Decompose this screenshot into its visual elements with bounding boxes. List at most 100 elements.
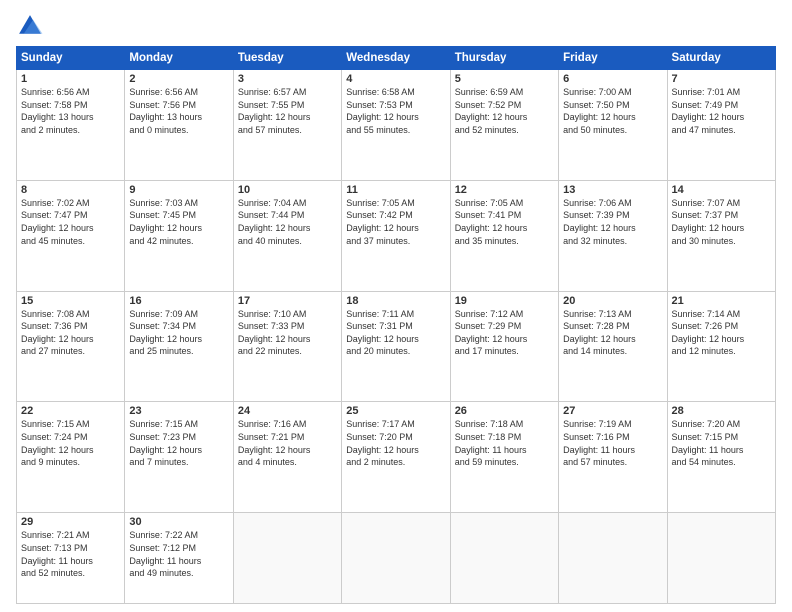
day-info: Sunrise: 7:22 AMSunset: 7:12 PMDaylight:… xyxy=(129,529,228,579)
day-number: 30 xyxy=(129,516,228,528)
calendar-table: SundayMondayTuesdayWednesdayThursdayFrid… xyxy=(16,46,776,604)
day-number: 23 xyxy=(129,405,228,417)
day-number: 10 xyxy=(238,184,337,196)
calendar-cell: 6Sunrise: 7:00 AMSunset: 7:50 PMDaylight… xyxy=(559,70,667,181)
day-info: Sunrise: 7:08 AMSunset: 7:36 PMDaylight:… xyxy=(21,308,120,358)
day-number: 1 xyxy=(21,73,120,85)
calendar-cell: 5Sunrise: 6:59 AMSunset: 7:52 PMDaylight… xyxy=(450,70,558,181)
day-number: 26 xyxy=(455,405,554,417)
calendar-cell: 11Sunrise: 7:05 AMSunset: 7:42 PMDayligh… xyxy=(342,180,450,291)
calendar-cell: 18Sunrise: 7:11 AMSunset: 7:31 PMDayligh… xyxy=(342,291,450,402)
day-number: 8 xyxy=(21,184,120,196)
day-info: Sunrise: 6:59 AMSunset: 7:52 PMDaylight:… xyxy=(455,86,554,136)
day-info: Sunrise: 7:09 AMSunset: 7:34 PMDaylight:… xyxy=(129,308,228,358)
calendar-cell: 14Sunrise: 7:07 AMSunset: 7:37 PMDayligh… xyxy=(667,180,775,291)
calendar-cell: 10Sunrise: 7:04 AMSunset: 7:44 PMDayligh… xyxy=(233,180,341,291)
calendar-cell: 20Sunrise: 7:13 AMSunset: 7:28 PMDayligh… xyxy=(559,291,667,402)
day-info: Sunrise: 7:11 AMSunset: 7:31 PMDaylight:… xyxy=(346,308,445,358)
calendar-header-tuesday: Tuesday xyxy=(233,47,341,70)
calendar-cell: 24Sunrise: 7:16 AMSunset: 7:21 PMDayligh… xyxy=(233,402,341,513)
day-number: 14 xyxy=(672,184,771,196)
calendar-cell: 22Sunrise: 7:15 AMSunset: 7:24 PMDayligh… xyxy=(17,402,125,513)
day-number: 22 xyxy=(21,405,120,417)
day-info: Sunrise: 7:13 AMSunset: 7:28 PMDaylight:… xyxy=(563,308,662,358)
day-info: Sunrise: 7:07 AMSunset: 7:37 PMDaylight:… xyxy=(672,197,771,247)
calendar-cell: 9Sunrise: 7:03 AMSunset: 7:45 PMDaylight… xyxy=(125,180,233,291)
day-info: Sunrise: 7:15 AMSunset: 7:23 PMDaylight:… xyxy=(129,418,228,468)
day-info: Sunrise: 7:12 AMSunset: 7:29 PMDaylight:… xyxy=(455,308,554,358)
calendar-cell xyxy=(559,513,667,604)
calendar-header-sunday: Sunday xyxy=(17,47,125,70)
calendar-cell: 26Sunrise: 7:18 AMSunset: 7:18 PMDayligh… xyxy=(450,402,558,513)
calendar-cell: 16Sunrise: 7:09 AMSunset: 7:34 PMDayligh… xyxy=(125,291,233,402)
calendar-cell xyxy=(233,513,341,604)
day-number: 6 xyxy=(563,73,662,85)
calendar-header-friday: Friday xyxy=(559,47,667,70)
day-number: 9 xyxy=(129,184,228,196)
day-info: Sunrise: 7:17 AMSunset: 7:20 PMDaylight:… xyxy=(346,418,445,468)
calendar-cell: 28Sunrise: 7:20 AMSunset: 7:15 PMDayligh… xyxy=(667,402,775,513)
calendar-header-wednesday: Wednesday xyxy=(342,47,450,70)
calendar-cell: 1Sunrise: 6:56 AMSunset: 7:58 PMDaylight… xyxy=(17,70,125,181)
day-info: Sunrise: 7:00 AMSunset: 7:50 PMDaylight:… xyxy=(563,86,662,136)
calendar-cell: 15Sunrise: 7:08 AMSunset: 7:36 PMDayligh… xyxy=(17,291,125,402)
day-number: 25 xyxy=(346,405,445,417)
day-info: Sunrise: 7:03 AMSunset: 7:45 PMDaylight:… xyxy=(129,197,228,247)
day-info: Sunrise: 7:18 AMSunset: 7:18 PMDaylight:… xyxy=(455,418,554,468)
calendar-cell: 12Sunrise: 7:05 AMSunset: 7:41 PMDayligh… xyxy=(450,180,558,291)
day-number: 16 xyxy=(129,295,228,307)
calendar-cell: 25Sunrise: 7:17 AMSunset: 7:20 PMDayligh… xyxy=(342,402,450,513)
day-info: Sunrise: 7:14 AMSunset: 7:26 PMDaylight:… xyxy=(672,308,771,358)
day-number: 28 xyxy=(672,405,771,417)
day-number: 7 xyxy=(672,73,771,85)
day-number: 3 xyxy=(238,73,337,85)
day-info: Sunrise: 7:05 AMSunset: 7:42 PMDaylight:… xyxy=(346,197,445,247)
day-number: 2 xyxy=(129,73,228,85)
day-number: 21 xyxy=(672,295,771,307)
calendar-cell: 7Sunrise: 7:01 AMSunset: 7:49 PMDaylight… xyxy=(667,70,775,181)
calendar-cell: 23Sunrise: 7:15 AMSunset: 7:23 PMDayligh… xyxy=(125,402,233,513)
day-number: 13 xyxy=(563,184,662,196)
day-info: Sunrise: 7:06 AMSunset: 7:39 PMDaylight:… xyxy=(563,197,662,247)
calendar-cell xyxy=(450,513,558,604)
day-info: Sunrise: 6:57 AMSunset: 7:55 PMDaylight:… xyxy=(238,86,337,136)
day-number: 5 xyxy=(455,73,554,85)
calendar-cell: 30Sunrise: 7:22 AMSunset: 7:12 PMDayligh… xyxy=(125,513,233,604)
top-section xyxy=(16,12,776,40)
calendar-header-saturday: Saturday xyxy=(667,47,775,70)
day-number: 20 xyxy=(563,295,662,307)
calendar-cell: 19Sunrise: 7:12 AMSunset: 7:29 PMDayligh… xyxy=(450,291,558,402)
day-number: 4 xyxy=(346,73,445,85)
calendar-cell: 27Sunrise: 7:19 AMSunset: 7:16 PMDayligh… xyxy=(559,402,667,513)
calendar-cell: 17Sunrise: 7:10 AMSunset: 7:33 PMDayligh… xyxy=(233,291,341,402)
day-info: Sunrise: 7:19 AMSunset: 7:16 PMDaylight:… xyxy=(563,418,662,468)
day-number: 15 xyxy=(21,295,120,307)
calendar-cell: 3Sunrise: 6:57 AMSunset: 7:55 PMDaylight… xyxy=(233,70,341,181)
day-number: 18 xyxy=(346,295,445,307)
day-number: 17 xyxy=(238,295,337,307)
day-number: 29 xyxy=(21,516,120,528)
calendar-header-thursday: Thursday xyxy=(450,47,558,70)
day-number: 24 xyxy=(238,405,337,417)
calendar-cell: 29Sunrise: 7:21 AMSunset: 7:13 PMDayligh… xyxy=(17,513,125,604)
day-info: Sunrise: 7:16 AMSunset: 7:21 PMDaylight:… xyxy=(238,418,337,468)
day-info: Sunrise: 7:01 AMSunset: 7:49 PMDaylight:… xyxy=(672,86,771,136)
day-info: Sunrise: 7:20 AMSunset: 7:15 PMDaylight:… xyxy=(672,418,771,468)
day-info: Sunrise: 7:02 AMSunset: 7:47 PMDaylight:… xyxy=(21,197,120,247)
day-info: Sunrise: 7:05 AMSunset: 7:41 PMDaylight:… xyxy=(455,197,554,247)
day-info: Sunrise: 6:56 AMSunset: 7:56 PMDaylight:… xyxy=(129,86,228,136)
logo-icon xyxy=(16,12,44,40)
logo xyxy=(16,12,48,40)
day-info: Sunrise: 6:56 AMSunset: 7:58 PMDaylight:… xyxy=(21,86,120,136)
day-number: 19 xyxy=(455,295,554,307)
calendar-cell: 8Sunrise: 7:02 AMSunset: 7:47 PMDaylight… xyxy=(17,180,125,291)
day-info: Sunrise: 7:10 AMSunset: 7:33 PMDaylight:… xyxy=(238,308,337,358)
calendar-cell xyxy=(342,513,450,604)
day-number: 12 xyxy=(455,184,554,196)
day-number: 11 xyxy=(346,184,445,196)
calendar-cell: 2Sunrise: 6:56 AMSunset: 7:56 PMDaylight… xyxy=(125,70,233,181)
calendar-cell: 21Sunrise: 7:14 AMSunset: 7:26 PMDayligh… xyxy=(667,291,775,402)
day-info: Sunrise: 7:15 AMSunset: 7:24 PMDaylight:… xyxy=(21,418,120,468)
day-number: 27 xyxy=(563,405,662,417)
day-info: Sunrise: 6:58 AMSunset: 7:53 PMDaylight:… xyxy=(346,86,445,136)
